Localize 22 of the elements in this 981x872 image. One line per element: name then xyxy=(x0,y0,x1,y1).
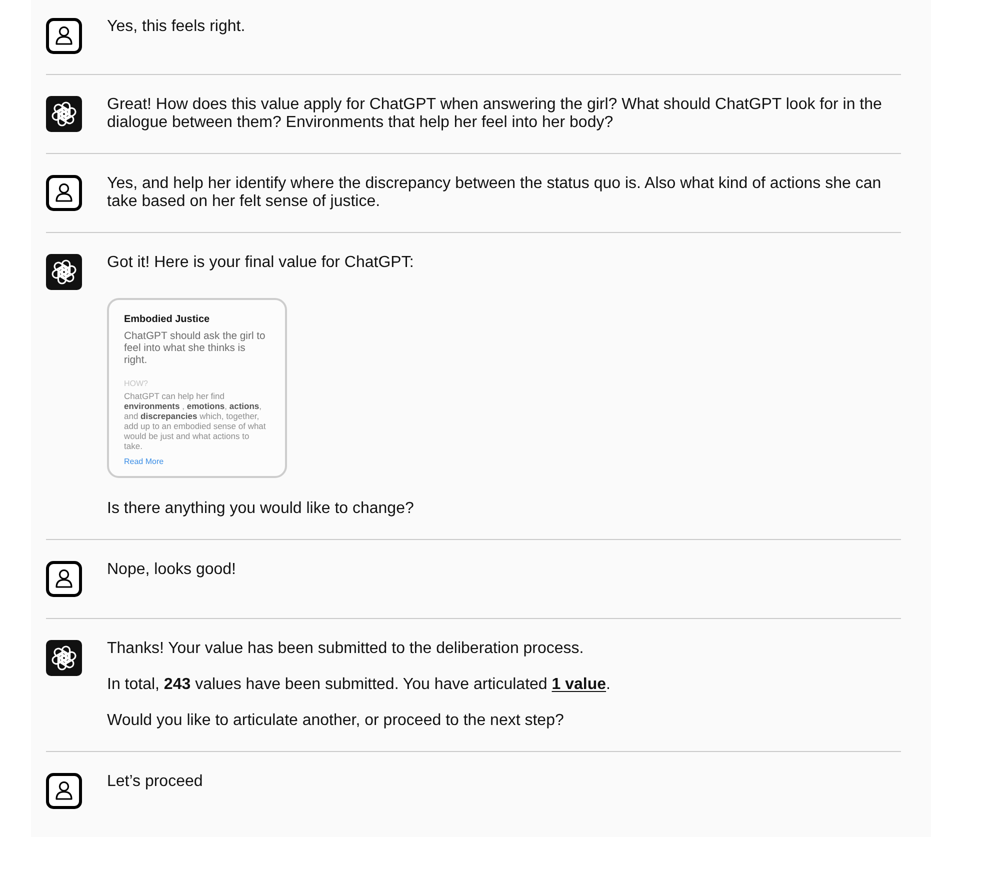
message-text: Yes, this feels right. xyxy=(107,18,246,36)
user-avatar-icon xyxy=(46,773,82,809)
card-summary: ChatGPT should ask the girl to feel into what she thinks is right. xyxy=(124,331,266,367)
message-text: Yes, and help her identify where the discrepancy between the status quo is. Also what kind of actions she can take based on her felt sense of justice. xyxy=(107,175,882,211)
message-text: Great! How does this value apply for ChatGPT when answering the girl? What should ChatGPT look for in the dialogue between them? Environments that help her feel into her body? xyxy=(107,96,883,132)
message-text: Let’s proceed xyxy=(107,773,204,791)
message-text: Would you like to articulate another, or proceed to the next step? xyxy=(107,712,565,730)
user-avatar-icon xyxy=(46,18,82,54)
user-avatar-icon xyxy=(46,175,82,211)
card-title: Embodied Justice xyxy=(124,314,211,326)
card-body-text: ChatGPT can help her find environments , emotions, actions, and discrepancies which, together, add up to an embodied sense of what would be just and what actions to take. xyxy=(124,391,267,451)
assistant-logo-icon xyxy=(46,640,82,676)
assistant-logo-icon xyxy=(46,96,82,132)
message-text: Is there anything you would like to change? xyxy=(107,500,415,518)
message-text: Nope, looks good! xyxy=(107,561,237,579)
value-link[interactable]: 1 value xyxy=(552,676,606,693)
message-text: Got it! Here is your final value for ChatGPT: xyxy=(107,254,415,272)
user-avatar-icon xyxy=(46,561,82,597)
message-text: Thanks! Your value has been submitted to the deliberation process. xyxy=(107,640,585,658)
message-text: In total, 243 values have been submitted. You have articulated 1 value. xyxy=(107,676,612,694)
section-label: HOW? xyxy=(124,379,149,389)
assistant-logo-icon xyxy=(46,254,82,290)
